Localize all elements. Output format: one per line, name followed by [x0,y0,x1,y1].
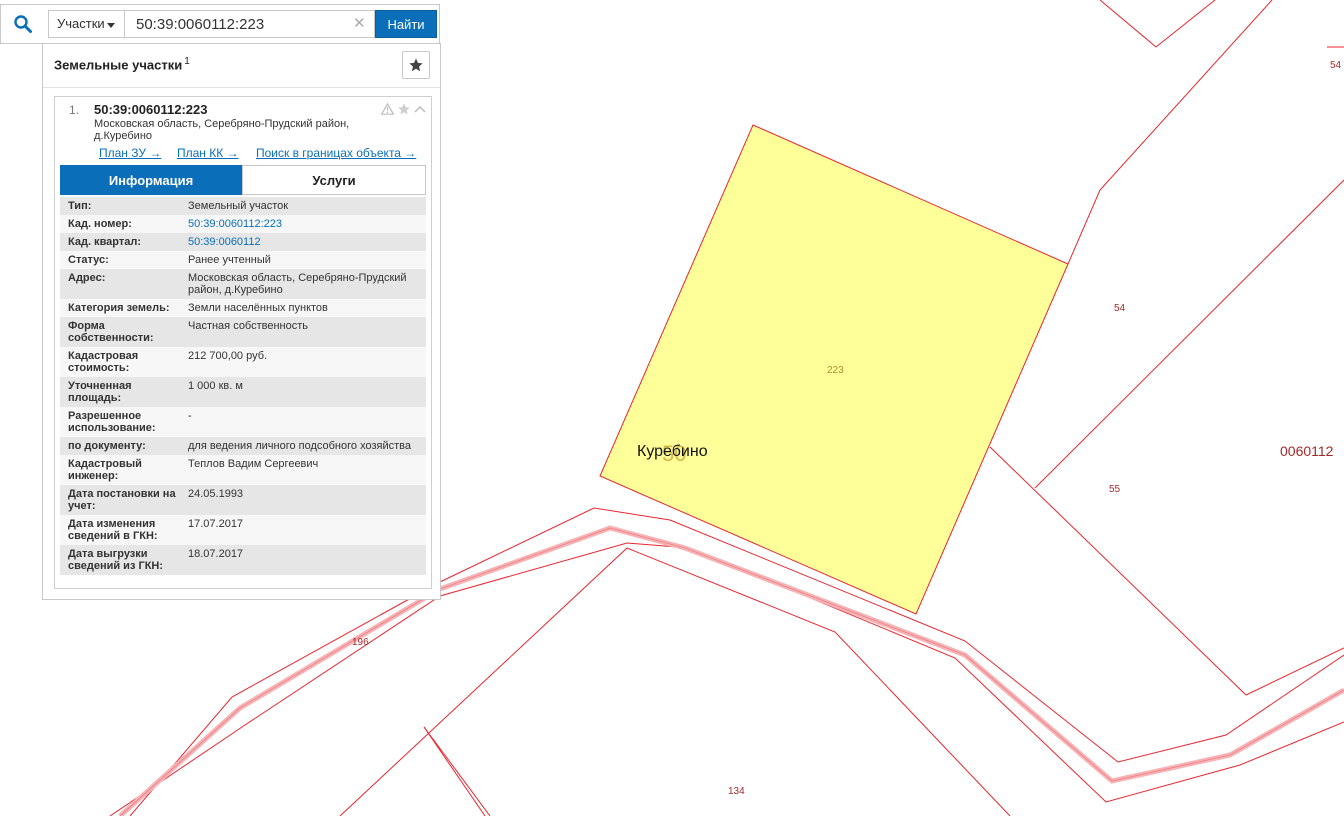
info-row: Форма собственности: Частная собственност… [60,317,426,347]
parcel-boundary [1067,0,1273,265]
info-label: Статус: [68,254,109,266]
info-value: Ранее учтенный [188,254,271,266]
result-index: 1. [69,103,80,117]
favorites-button[interactable] [402,51,430,79]
info-value: Теплов Вадим Сергеевич [188,458,319,470]
plan-zu-link[interactable]: План ЗУ → [99,146,161,160]
divider [43,87,440,88]
star-icon[interactable] [396,101,411,116]
selected-parcel-number: 223 [827,365,844,376]
result-address: Московская область, Серебряно-Прудский р… [94,118,350,142]
result-actions [380,101,427,116]
close-icon[interactable]: ✕ [353,14,366,32]
info-label: Дата выгрузки сведений из ГКН: [68,548,164,572]
info-row: Тип: Земельный участок [60,197,426,215]
info-value: - [188,410,192,422]
info-label: Кад. квартал: [68,236,142,248]
result-cad-number[interactable]: 50:39:0060112:223 [94,102,208,117]
info-value: 1 000 кв. м [188,380,243,392]
search-bar: Участки ✕ Найти [0,4,440,44]
results-panel: Земельные участки 1 1. 50:39:0060112:223 … [42,43,441,600]
info-row: по документу: для ведения личного подсобн… [60,437,426,455]
result-tabs: Информация Услуги [60,165,426,195]
results-count: 1 [184,56,190,67]
search-button[interactable]: Найти [375,10,437,38]
parcel-label: 134 [728,786,745,797]
quarter-label: 0060112 [1280,443,1334,459]
info-label: Кад. номер: [68,218,132,230]
info-value: 18.07.2017 [188,548,244,560]
panel-title: Земельные участки 1 [54,56,190,72]
info-row: Дата постановки на учет: 24.05.1993 [60,485,426,515]
locality-label: Куребино [637,443,708,460]
info-row: Адрес: Московская область, Серебряно-Пруд… [60,269,426,299]
info-row: Кад. квартал: 50:39:0060112 [60,233,426,251]
panel-title-text: Земельные участки [54,57,183,73]
info-label: Уточненная площадь: [68,380,132,404]
search-type-label: Участки [57,16,105,31]
cad-number-link[interactable]: 50:39:0060112:223 [180,218,426,230]
info-label: Дата постановки на учет: [68,488,176,512]
info-row: Категория земель: Земли населённых пункто… [60,299,426,317]
parcel-boundary [423,726,486,816]
info-value: Земли населённых пунктов [188,302,328,314]
info-label: Кадастровая стоимость: [68,350,139,374]
info-label: по документу: [68,440,146,452]
info-row: Кадастровая стоимость: 212 700,00 руб. [60,347,426,377]
parcel-boundary [423,726,491,816]
info-row: Дата выгрузки сведений из ГКН: 18.07.2017 [60,545,426,575]
info-label: Разрешенное использование: [68,410,156,434]
info-value: Частная собственность [188,320,309,332]
info-row: Дата изменения сведений в ГКН: 17.07.2017 [60,515,426,545]
search-icon[interactable] [5,9,41,39]
info-label: Категория земель: [68,302,170,314]
parcel-boundary [989,446,1344,696]
info-label: Адрес: [68,272,106,284]
chevron-down-icon [107,23,115,28]
info-label: Кадастровый инженер: [68,458,142,482]
tab-services[interactable]: Услуги [242,165,426,195]
info-row: Кад. номер: 50:39:0060112:223 [60,215,426,233]
parcel-label: 55 [1109,484,1121,495]
parcel-boundary [1034,179,1344,489]
parcel-label: 54 [1330,60,1342,71]
info-row: Разрешенное использование: - [60,407,426,437]
info-value: Земельный участок [188,200,289,212]
info-row: Уточненная площадь: 1 000 кв. м [60,377,426,407]
info-value: Московская область, Серебряно-Прудский р… [188,272,407,296]
chevron-up-icon[interactable] [412,101,427,116]
info-value: 212 700,00 руб. [188,350,268,362]
info-value: 24.05.1993 [188,488,244,500]
info-table: Тип: Земельный участок Кад. номер: 50:39:0… [60,197,426,575]
info-value: для ведения личного подсобного хозяйства [188,440,411,452]
parcel-label: 196 [352,637,369,648]
cad-quarter-link[interactable]: 50:39:0060112 [180,236,426,248]
star-icon [409,58,423,72]
info-row: Статус: Ранее учтенный [60,251,426,269]
info-value: 17.07.2017 [188,518,244,530]
info-label: Дата изменения сведений в ГКН: [68,518,158,542]
tab-info[interactable]: Информация [60,165,242,195]
info-row: Кадастровый инженер: Теплов Вадим Сергеев… [60,455,426,485]
plan-kk-link[interactable]: План КК → [177,146,239,160]
parcel-boundary [1099,0,1216,48]
search-in-bounds-link[interactable]: Поиск в границах объекта → [256,146,416,160]
warning-icon[interactable] [380,101,395,116]
search-input[interactable] [124,10,375,38]
info-label: Тип: [68,200,92,212]
result-card: 1. 50:39:0060112:223 Московская область,… [54,96,432,589]
info-label: Форма собственности: [68,320,154,344]
parcel-label: 54 [1114,303,1126,314]
search-type-select[interactable]: Участки [48,10,124,38]
